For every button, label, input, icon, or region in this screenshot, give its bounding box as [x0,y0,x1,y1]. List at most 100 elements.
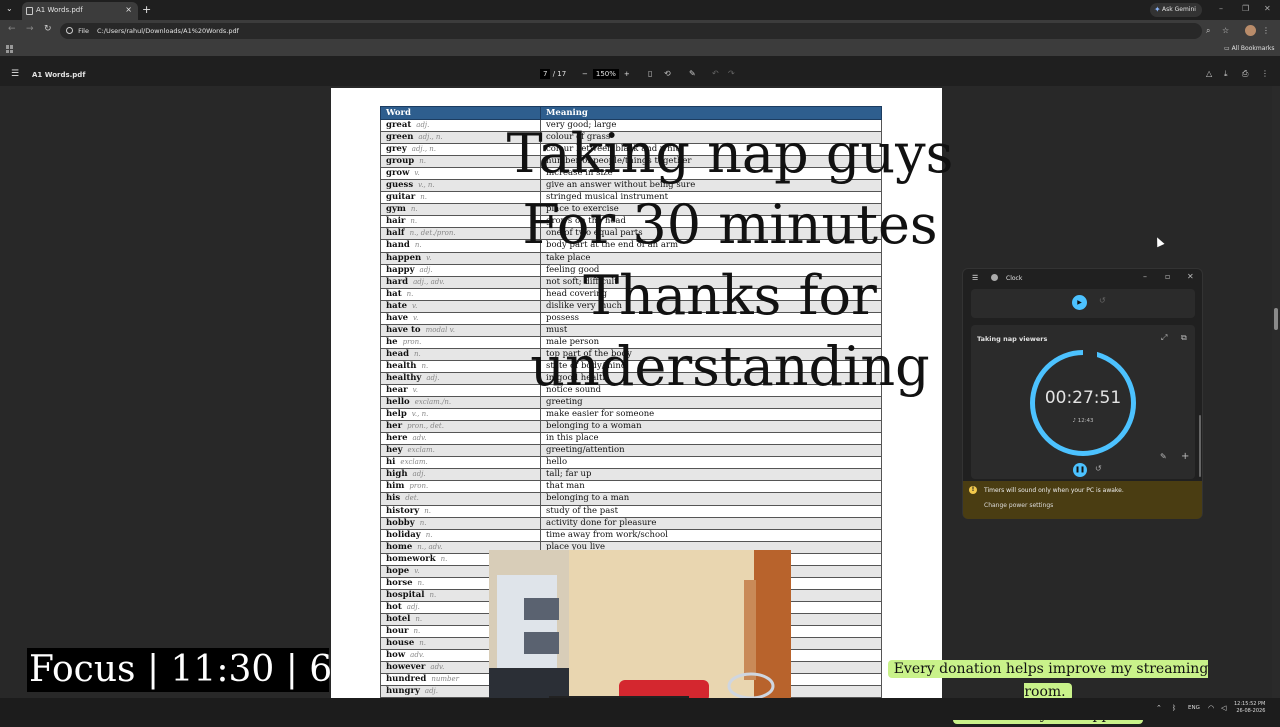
meaning-cell: make easier for someone [540,408,882,422]
address-bar[interactable]: File C:/Users/rahul/Downloads/A1%20Words… [60,23,1202,39]
webcam-scene [489,550,791,720]
drive-icon[interactable]: △ [1206,69,1212,78]
part-of-speech: adv. [410,651,425,660]
file-scheme-chip: File [78,27,89,35]
edit-icon[interactable]: ✎ [1160,452,1167,461]
power-warning-banner: ! Timers will sound only when your PC is… [963,481,1202,519]
rotate-icon[interactable]: ⟲ [664,69,671,78]
pdf-filename: A1 Words.pdf [32,71,86,79]
part-of-speech: n. [419,639,426,648]
part-of-speech: n. [415,614,423,623]
tab-a1-words[interactable]: A1 Words.pdf × [22,2,138,20]
folder-icon: ▭ [1224,45,1232,52]
zoom-out-icon[interactable]: − [582,70,588,78]
keep-on-top-icon[interactable]: ⧉ [1181,333,1187,343]
bookmark-star-icon[interactable]: ☆ [1222,26,1229,35]
volume-icon[interactable]: ◁ [1221,704,1226,712]
pdf-more-icon[interactable]: ⋮ [1261,69,1269,78]
apps-grid-icon[interactable] [6,45,14,53]
part-of-speech: exclam. [400,458,428,467]
print-icon[interactable]: ⎙ [1242,69,1248,79]
table-row: high adj. tall; far up [380,468,882,482]
meaning-cell: greeting/attention [540,444,882,458]
part-of-speech: n. [413,626,421,635]
clock-minimize-icon[interactable]: – [1143,272,1147,281]
table-row: here adv. in this place [380,432,882,446]
word-cell: hey exclam. [380,444,541,458]
taskbar-clock[interactable]: 12:15:52 PM 26-08-2026 [1234,701,1265,715]
back-icon[interactable]: ← [8,24,16,34]
ask-gemini-button[interactable]: ✦ Ask Gemini [1150,3,1202,17]
clock-nav-menu-icon[interactable]: ☰ [972,274,978,282]
close-window-icon[interactable]: ✕ [1264,4,1271,13]
download-icon[interactable]: ⤓ [1224,69,1228,79]
word-text: high [386,469,408,480]
reload-icon[interactable]: ↻ [44,24,52,34]
expand-icon[interactable]: ⤢ [1161,333,1167,343]
word-cell: her pron., det. [380,420,541,434]
pause-button[interactable]: ❚❚ [1073,463,1087,477]
webcam-feed [489,550,791,720]
profile-avatar[interactable] [1245,25,1256,36]
clock-maximize-icon[interactable]: ▫ [1165,272,1170,281]
table-row: his det. belonging to a man [380,492,882,506]
timer-name: Taking nap viewers [977,335,1048,343]
all-bookmarks-button[interactable]: ▭ All Bookmarks [1224,45,1274,52]
undo-icon[interactable]: ↶ [712,69,719,78]
chrome-menu-icon[interactable]: ⋮ [1262,26,1270,35]
word-text: hey [386,445,403,456]
clock-close-icon[interactable]: ✕ [1187,272,1194,281]
play-button[interactable]: ▶ [1072,295,1087,310]
annotate-icon[interactable]: ✎ [689,69,696,78]
word-text: history [386,505,420,516]
warning-icon: ! [969,486,977,494]
word-cell: high adj. [380,468,541,482]
part-of-speech: adj. [412,470,426,479]
word-text: hospital [386,589,425,600]
word-text: holiday [386,529,421,540]
all-bookmarks-label: All Bookmarks [1231,45,1275,52]
table-row: him pron. that man [380,480,882,494]
wifi-icon[interactable]: ◠ [1208,704,1214,712]
tab-search-icon[interactable]: ⌄ [6,4,13,13]
word-text: him [386,481,405,492]
change-power-settings-link[interactable]: Change power settings [984,502,1053,509]
zoom-in-icon[interactable]: + [624,70,630,78]
table-row: holiday n. time away from work/school [380,529,882,542]
tray-overflow-icon[interactable]: ⌃ [1156,704,1162,712]
restore-icon[interactable]: ❐ [1242,4,1249,13]
reset-icon[interactable]: ↺ [1099,296,1106,305]
word-text: house [386,638,415,649]
part-of-speech: n. [417,578,425,587]
pdf-sidebar-menu-icon[interactable]: ☰ [11,69,19,79]
word-text: hobby [386,517,415,528]
clock-title: Clock [1006,275,1023,282]
language-indicator[interactable]: ENG [1188,705,1200,711]
new-tab-button[interactable]: + [142,3,151,16]
meaning-cell: tall; far up [540,468,882,482]
redo-icon[interactable]: ↷ [728,69,735,78]
zoom-lens-icon[interactable]: ⌕ [1206,26,1210,36]
site-info-icon[interactable] [66,27,73,34]
word-text: hope [386,565,410,576]
page-number-input[interactable]: 7 [540,69,551,79]
word-cell: hobby n. [380,517,541,530]
meaning-cell: activity done for pleasure [540,517,882,530]
bluetooth-icon[interactable]: ᛒ [1172,704,1176,712]
tab-close-icon[interactable]: × [125,5,132,14]
focus-session-overlay: Focus | 11:30 | 6/8 [27,648,368,692]
add-timer-icon[interactable]: + [1181,451,1189,462]
scrollbar-thumb[interactable] [1274,308,1278,330]
timer-end-time-value: 12:43 [1077,418,1094,424]
reset-timer-icon[interactable]: ↺ [1095,464,1102,473]
clock-scrollbar[interactable] [1199,415,1201,477]
zoom-input[interactable]: 150% [592,69,619,79]
table-row: her pron., det. belonging to a woman [380,420,882,434]
part-of-speech: number [431,675,459,684]
minimize-icon[interactable]: – [1219,4,1223,13]
word-text: here [386,433,408,444]
fit-page-icon[interactable]: ▯ [648,69,652,78]
tab-title: A1 Words.pdf [36,6,83,14]
forward-icon[interactable]: → [26,24,34,34]
viewer-scrollbar[interactable] [1272,86,1280,698]
